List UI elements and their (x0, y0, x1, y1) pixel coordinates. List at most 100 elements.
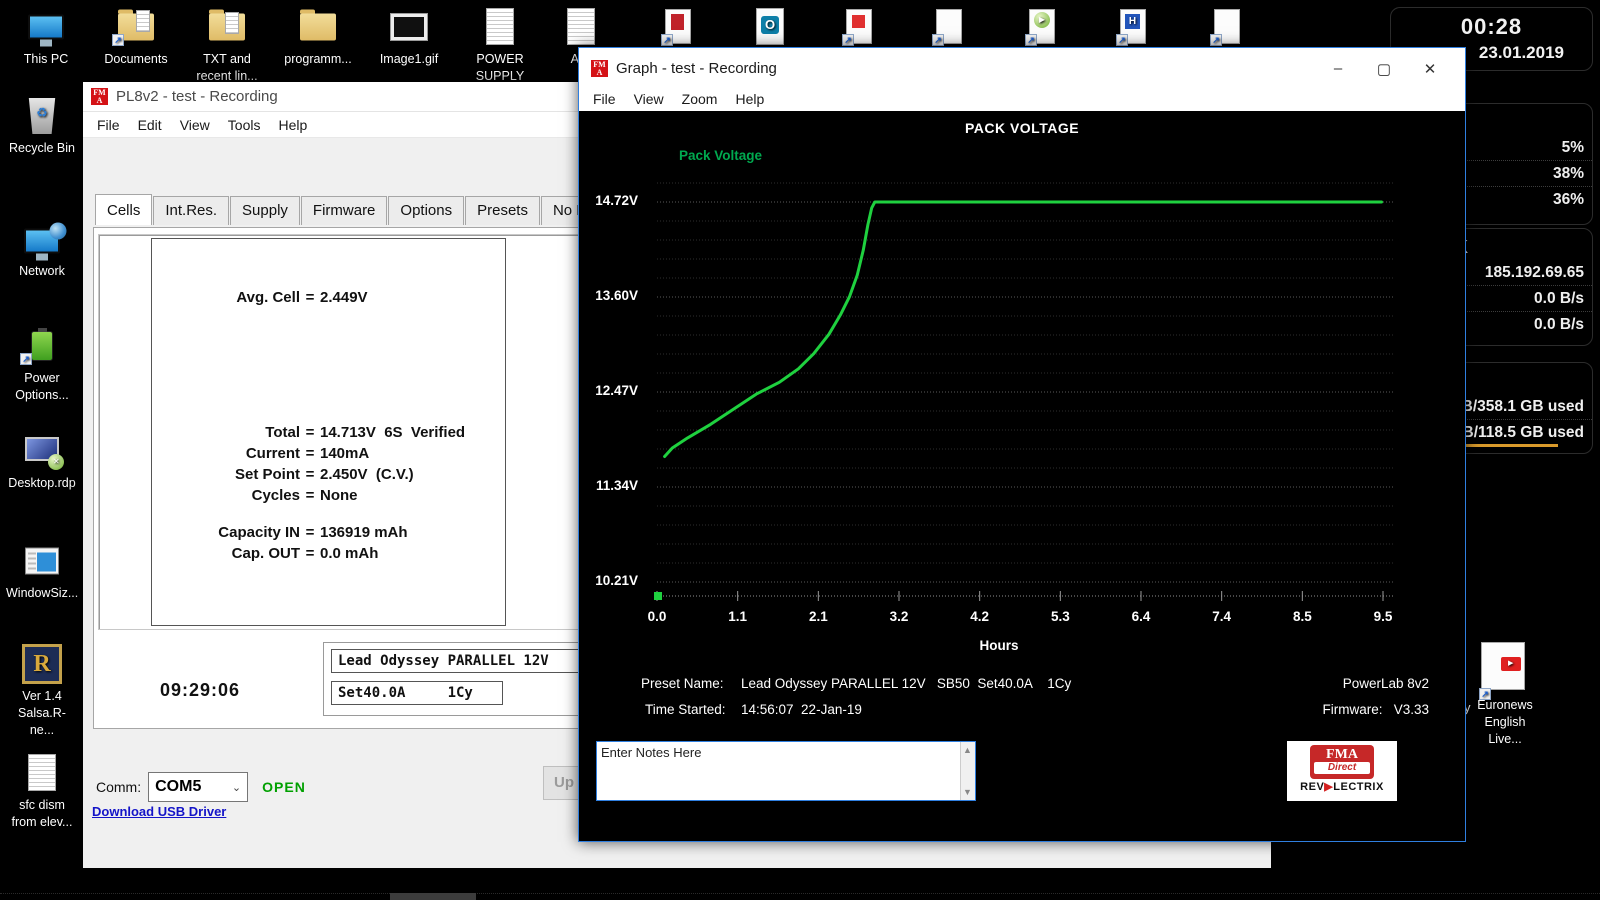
scroll-up-icon[interactable]: ▲ (963, 745, 972, 755)
desktop-icon-doc-outlook[interactable]: O (734, 6, 806, 51)
desktop-icon-shortcut-h[interactable]: H↗ (1096, 6, 1168, 51)
tab-presets[interactable]: Presets (465, 196, 540, 225)
tab-int-res-[interactable]: Int.Res. (153, 196, 229, 225)
desktop-icon-image1-gif[interactable]: Image1.gif (373, 6, 445, 68)
minimize-button[interactable]: – (1315, 60, 1361, 77)
cell-stat-row: Current=140mA (152, 445, 505, 462)
desktop-icon-label: Euronews English Live... (1469, 697, 1541, 748)
y-tick-label: 11.34V (581, 478, 638, 493)
cell-stat-row: Cap. OUT=0.0 mAh (152, 545, 505, 562)
cell-stat-row: Set Point=2.450V (C.V.) (152, 466, 505, 483)
x-tick-label: 8.5 (1280, 609, 1324, 624)
clock-time: 00:28 (1391, 8, 1592, 40)
graph-titlebar[interactable]: FMA Graph - test - Recording – ▢ ✕ (579, 48, 1465, 89)
x-axis-title: Hours (969, 638, 1029, 653)
preset-name-value: Lead Odyssey PARALLEL 12V SB50 Set40.0A … (741, 676, 1071, 691)
pl8-menu-tools[interactable]: Tools (219, 115, 270, 135)
x-tick-label: 6.4 (1119, 609, 1163, 624)
desktop-icon-salsa-r[interactable]: RVer 1.4 Salsa.R-ne... (6, 643, 78, 739)
pl8-menu-help[interactable]: Help (269, 115, 316, 135)
y-tick-label: 10.21V (581, 573, 638, 588)
desktop-icon-label: Ver 1.4 Salsa.R-ne... (6, 688, 78, 739)
firmware-version: Firmware: V3.33 (1322, 702, 1429, 717)
plot-svg (579, 111, 1465, 841)
graph-menu-zoom[interactable]: Zoom (673, 89, 727, 111)
maximize-button[interactable]: ▢ (1361, 60, 1407, 78)
notes-scrollbar[interactable]: ▲ ▼ (960, 742, 975, 800)
graph-menu-help[interactable]: Help (726, 89, 773, 111)
desktop-icon-label: sfc dism from elev... (6, 797, 78, 831)
desktop-icon-sfc-dism[interactable]: sfc dism from elev... (6, 752, 78, 831)
comm-row: Comm: COM5 ⌄ OPEN (96, 772, 306, 802)
chart-area: PACK VOLTAGE Pack Voltage 14.72V13.60V12… (579, 111, 1465, 841)
com-port-select[interactable]: COM5 ⌄ (148, 772, 248, 802)
notes-input[interactable]: Enter Notes Here ▲ ▼ (596, 741, 976, 801)
x-tick-label: 4.2 (958, 609, 1002, 624)
desktop-icon-power-options[interactable]: ↗Power Options... (6, 325, 78, 404)
x-tick-label: 7.4 (1200, 609, 1244, 624)
desktop-icon-programm[interactable]: programm... (282, 6, 354, 68)
graph-window: FMA Graph - test - Recording – ▢ ✕ FileV… (578, 47, 1466, 842)
cell-stats-rows: Total=14.713V 6S Verified Current=140mA Se… (152, 424, 505, 562)
time-started-label: Time Started: (645, 702, 726, 717)
desktop-icon-recycle-bin[interactable]: ♻Recycle Bin (6, 95, 78, 157)
desktop-icon-network[interactable]: Network (6, 218, 78, 280)
desktop-icon-label: Documents (100, 51, 172, 68)
desktop-icon-label: WindowSiz... (6, 585, 78, 602)
desktop-icon-label: programm... (282, 51, 354, 68)
desktop-icon-shortcut-doc-1[interactable]: ↗ (912, 6, 984, 51)
tab-supply[interactable]: Supply (230, 196, 300, 225)
desktop-icon-label: This PC (10, 51, 82, 68)
preset-settings-display[interactable]: Set40.0A 1Cy (331, 681, 503, 705)
desktop-icon-label: Desktop.rdp (6, 475, 78, 492)
desktop-icon-this-pc[interactable]: This PC (10, 6, 82, 68)
pl8-menu-edit[interactable]: Edit (129, 115, 171, 135)
cells-info-box: Avg. Cell = 2.449V Total=14.713V 6S Veri… (151, 238, 506, 626)
desktop-icon-euronews[interactable]: ▶↗Euronews English Live... (1469, 642, 1541, 748)
disk-usage-bar (1466, 444, 1558, 447)
cell-stat-row: Total=14.713V 6S Verified (152, 424, 505, 441)
y-tick-label: 12.47V (581, 383, 638, 398)
graph-menu-file[interactable]: File (584, 89, 625, 111)
tab-firmware[interactable]: Firmware (301, 196, 388, 225)
cell-stat-row: Cycles=None (152, 487, 505, 504)
avg-cell-row: Avg. Cell = 2.449V (152, 289, 505, 306)
pl8-menu-view[interactable]: View (171, 115, 219, 135)
tab-cells[interactable]: Cells (95, 194, 152, 225)
scroll-down-icon[interactable]: ▼ (963, 787, 972, 797)
download-usb-driver-link[interactable]: Download USB Driver (92, 804, 226, 819)
taskbar-sliver[interactable] (390, 893, 476, 900)
desktop-icon-label: Power Options... (6, 370, 78, 404)
equals-sign: = (300, 289, 320, 306)
revolectrix-arrow-icon: ▶ (1324, 781, 1333, 793)
close-button[interactable]: ✕ (1407, 60, 1453, 78)
cell-stat-row: Capacity IN=136919 mAh (152, 524, 505, 541)
desktop-icon-shortcut-green[interactable]: ▶↗ (1005, 6, 1077, 51)
fma-app-icon: FMA (91, 88, 108, 105)
x-tick-label: 9.5 (1361, 609, 1405, 624)
graph-menubar: FileViewZoomHelp (579, 89, 1465, 111)
pl8v2-window-title: PL8v2 - test - Recording (116, 88, 278, 105)
tab-options[interactable]: Options (388, 196, 464, 225)
pl8-menu-file[interactable]: File (88, 115, 129, 135)
desktop-icon-desktop-rdp[interactable]: ✕Desktop.rdp (6, 430, 78, 492)
desktop-icon-documents[interactable]: ↗Documents (100, 6, 172, 68)
notes-placeholder: Enter Notes Here (601, 745, 701, 760)
fma-direct-logo: FMA Direct REV▶LECTRIX (1287, 741, 1397, 801)
desktop-icon-windowsiz[interactable]: WindowSiz... (6, 540, 78, 602)
desktop-icon-shortcut-fma[interactable]: ↗ (641, 6, 713, 51)
graph-menu-view[interactable]: View (625, 89, 673, 111)
com-port-value: COM5 (155, 778, 201, 796)
desktop-icon-label: Recycle Bin (6, 140, 78, 157)
taskbar-hide-line (0, 893, 1600, 894)
elapsed-timer: 09:29:06 (160, 680, 240, 701)
desktop-icon-txt-recent[interactable]: TXT and recent lin... (191, 6, 263, 85)
desktop-icon-shortcut-doc-2[interactable]: ↗ (1190, 6, 1262, 51)
preset-name-label: Preset Name: (641, 676, 724, 691)
time-started-value: 14:56:07 22-Jan-19 (741, 702, 862, 717)
device-name: PowerLab 8v2 (1343, 676, 1429, 691)
x-tick-label: 1.1 (716, 609, 760, 624)
fma-badge: FMA Direct (1310, 745, 1374, 779)
x-tick-label: 3.2 (877, 609, 921, 624)
desktop-icon-shortcut-red[interactable]: ↗ (822, 6, 894, 51)
